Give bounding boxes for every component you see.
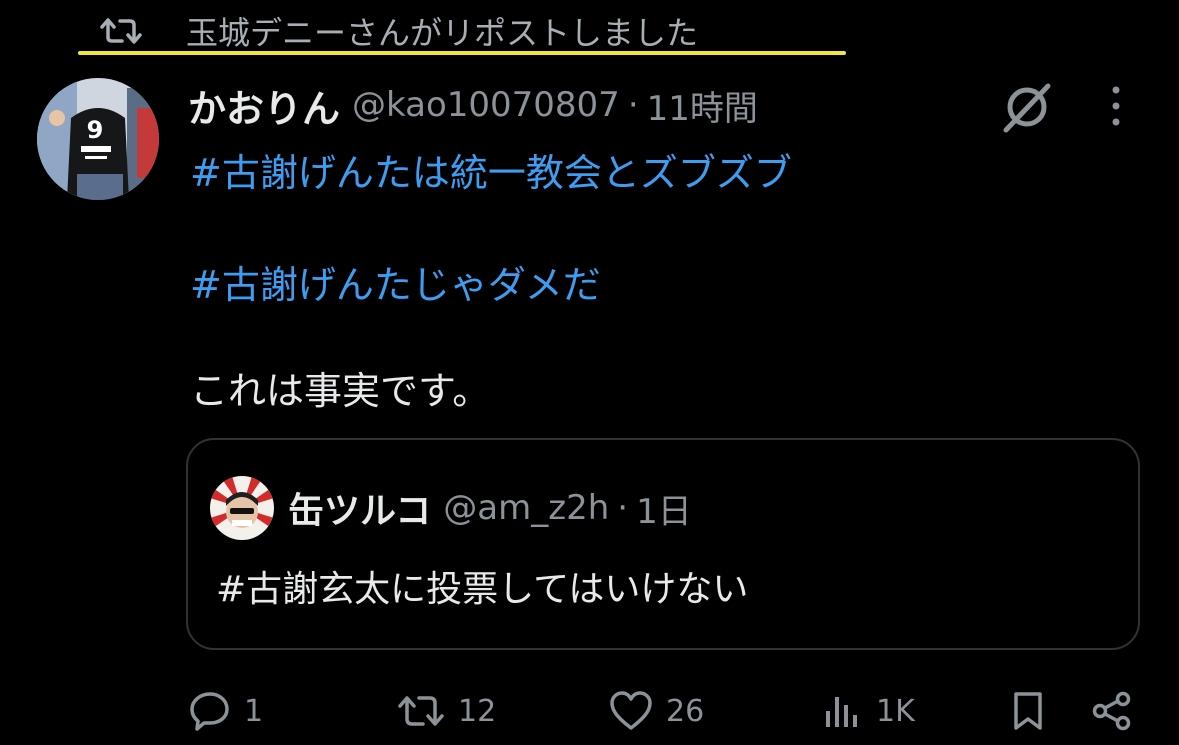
repost-icon [100, 18, 142, 44]
separator-dot: · [617, 488, 629, 528]
repost-count: 12 [458, 693, 497, 729]
hashtag-link[interactable]: #古謝げんたは統一教会とズブズブ [190, 142, 792, 197]
quoted-tweet-card[interactable]: 缶ツルコ @am_z2h · 1日 #古謝玄太に投票してはいけない [186, 438, 1140, 650]
hashtag-link[interactable]: #古謝げんたじゃダメだ [190, 254, 601, 309]
views-bar-chart-icon [826, 697, 857, 727]
bookmark-icon [1014, 692, 1042, 730]
like-button[interactable]: 26 [608, 686, 704, 736]
tweet-text: これは事実です。 [190, 369, 491, 413]
share-icon [1092, 691, 1131, 731]
quoted-author-name[interactable]: 缶ツルコ [288, 482, 431, 534]
svg-text:9: 9 [87, 116, 104, 144]
tweet-header: かおりん @kao10070807 · 11時間 [188, 76, 758, 134]
quoted-avatar[interactable] [210, 476, 274, 540]
views-button[interactable]: 1K [820, 686, 915, 736]
bookmark-button[interactable] [1006, 686, 1050, 736]
avatar[interactable]: 9 [37, 78, 159, 200]
repost-banner[interactable]: 玉城デニーさんがリポストしました [100, 8, 698, 54]
highlight-underline [78, 51, 846, 55]
quoted-tweet-header: 缶ツルコ @am_z2h · 1日 [288, 480, 692, 536]
post-time[interactable]: 11時間 [647, 81, 758, 130]
author-handle[interactable]: @kao10070807 [352, 85, 620, 125]
separator-dot: · [627, 85, 639, 125]
grok-icon[interactable] [1000, 80, 1054, 134]
reply-button[interactable]: 1 [188, 686, 263, 736]
repost-banner-text: 玉城デニーさんがリポストしました [186, 14, 699, 52]
more-options-icon[interactable] [1106, 84, 1126, 128]
author-name[interactable]: かおりん [188, 78, 340, 133]
quoted-avatar-image [210, 476, 274, 540]
quoted-author-handle[interactable]: @am_z2h [443, 488, 609, 528]
reply-count: 1 [244, 693, 264, 729]
quoted-tweet-text: #古謝玄太に投票してはいけない [216, 569, 749, 610]
quoted-post-time[interactable]: 1日 [636, 484, 692, 533]
heart-icon [610, 691, 652, 730]
views-count: 1K [876, 693, 915, 729]
share-button[interactable] [1090, 686, 1134, 736]
reply-icon [190, 692, 229, 731]
repost-button[interactable]: 12 [396, 686, 496, 736]
like-count: 26 [666, 693, 705, 729]
repost-icon [398, 696, 444, 726]
avatar-image: 9 [37, 78, 159, 200]
